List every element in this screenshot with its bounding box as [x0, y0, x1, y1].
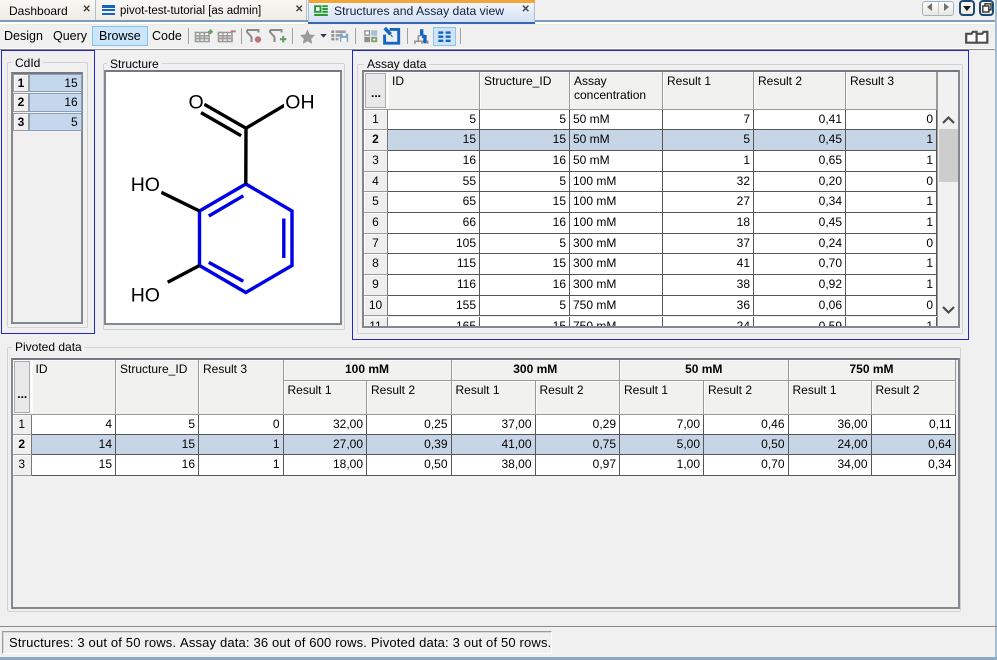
svg-text:OH: OH — [285, 92, 314, 114]
svg-text:O: O — [189, 92, 204, 114]
svg-text:HO: HO — [131, 174, 160, 196]
svg-text:HO: HO — [131, 284, 160, 306]
